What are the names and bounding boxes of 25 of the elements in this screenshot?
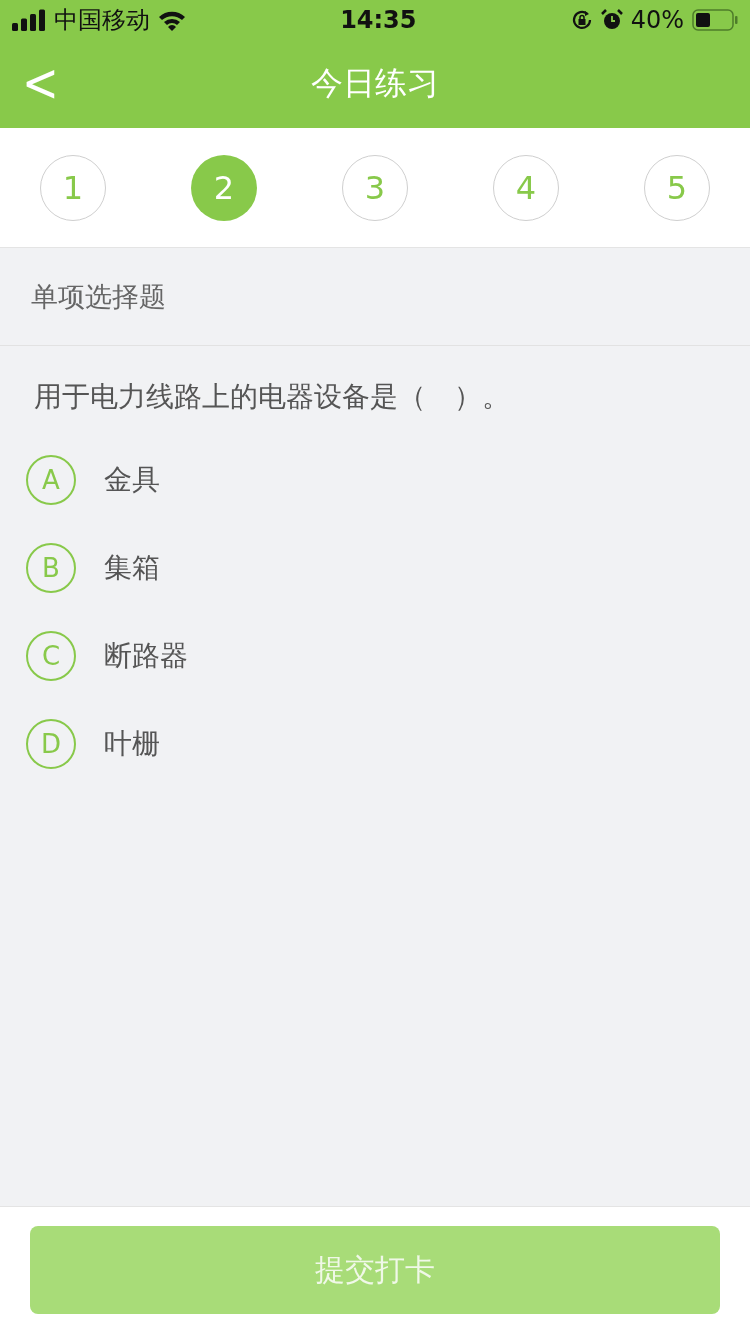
back-button[interactable]: < [22, 53, 59, 113]
option-text[interactable]: 叶栅 [104, 725, 160, 763]
question-number[interactable]: 5 [644, 154, 710, 221]
battery-icon [692, 9, 738, 31]
option-text[interactable]: 断路器 [104, 637, 188, 675]
question-number[interactable]: 3 [342, 154, 408, 221]
alarm-icon [600, 9, 623, 31]
option-letter[interactable]: D [26, 719, 76, 769]
wifi-icon [158, 9, 186, 31]
battery-percent: 40% [630, 6, 684, 34]
page-title: 今日练习 [311, 63, 439, 104]
status-time: 14:35 [340, 6, 417, 34]
question-number[interactable]: 2 [191, 154, 257, 221]
question-number[interactable]: 1 [40, 154, 106, 221]
question-number[interactable]: 4 [493, 154, 559, 221]
rotation-lock-icon [570, 9, 593, 31]
carrier-name: 中国移动 [54, 5, 150, 36]
option-letter[interactable]: B [26, 543, 76, 593]
option-text[interactable]: 集箱 [104, 549, 160, 587]
question-text: 用于电力线路上的电器设备是（ ）。 [34, 379, 511, 415]
section-title: 单项选择题 [31, 279, 166, 314]
option-letter[interactable]: A [26, 455, 76, 505]
option-text[interactable]: 金具 [104, 461, 160, 499]
option-letter[interactable]: C [26, 631, 76, 681]
signal-icon [12, 9, 46, 31]
